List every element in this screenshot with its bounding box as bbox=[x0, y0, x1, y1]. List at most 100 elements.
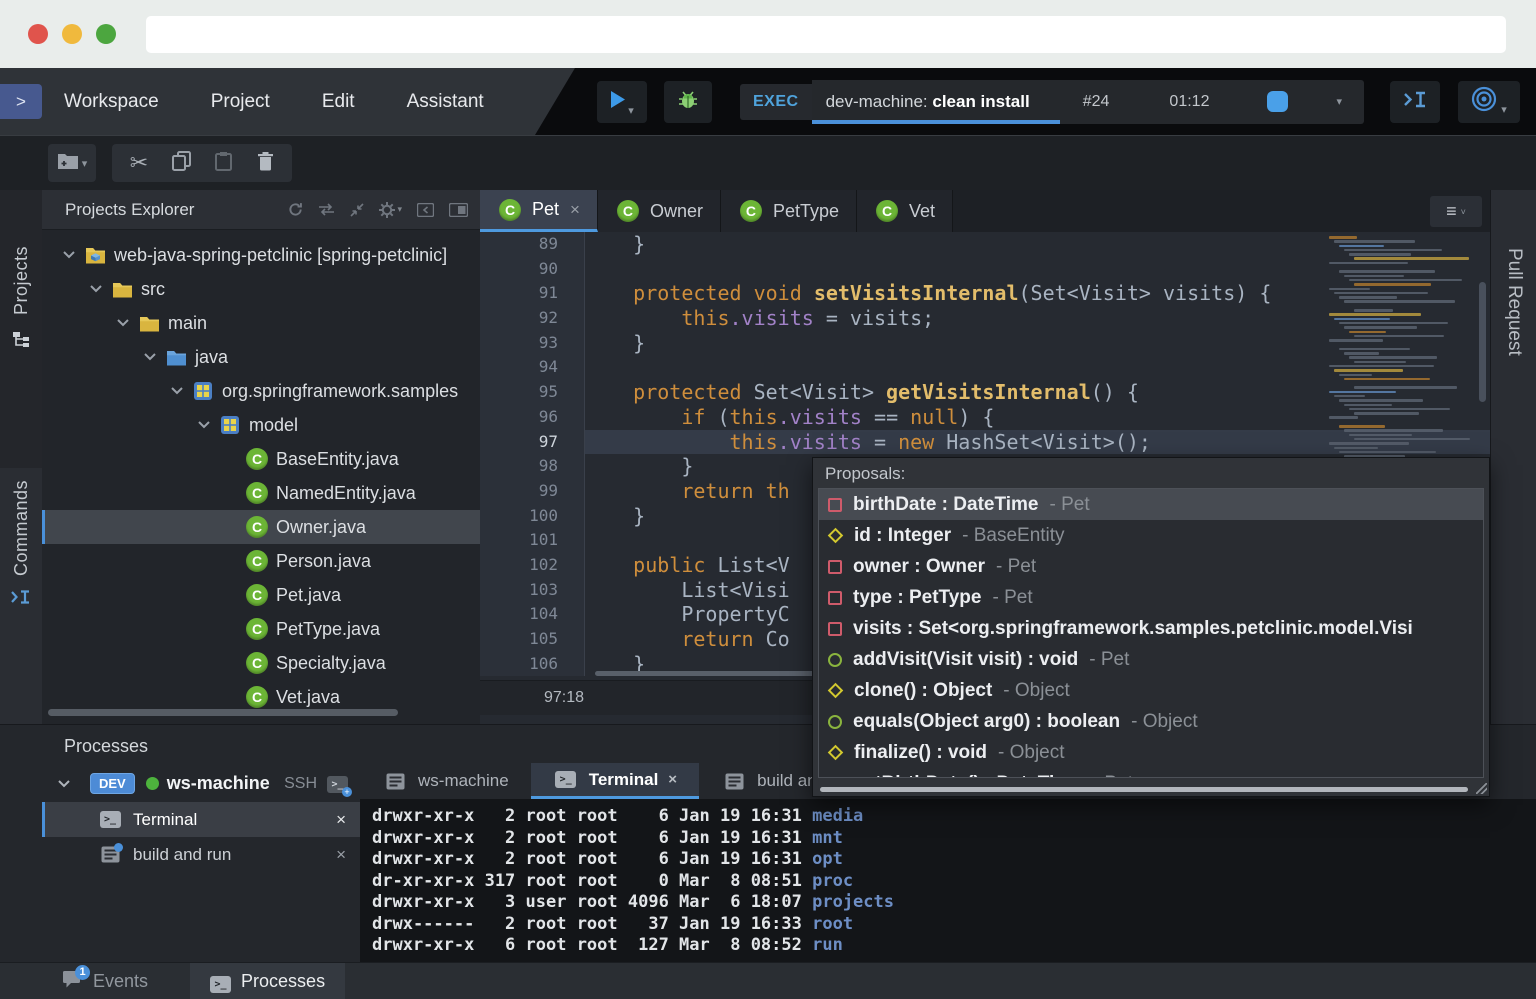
tree-item[interactable]: java bbox=[42, 340, 480, 374]
tree-item[interactable]: CBaseEntity.java bbox=[42, 442, 480, 476]
editor-tab-pettype[interactable]: CPetType bbox=[721, 190, 857, 232]
target-button[interactable]: ▾ bbox=[1458, 81, 1520, 123]
tree-item-label: main bbox=[168, 313, 207, 334]
menu-item-project[interactable]: Project bbox=[211, 91, 270, 113]
editor-tab-list-button[interactable]: ≡ ˅ bbox=[1430, 196, 1482, 227]
tree-item[interactable]: CSpecialty.java bbox=[42, 646, 480, 680]
editor-tab-pet[interactable]: CPet× bbox=[480, 190, 598, 232]
rail-tab-pull-request[interactable]: Pull Request bbox=[1503, 248, 1525, 356]
stop-button[interactable] bbox=[1267, 91, 1288, 112]
tab-menu-caret-icon: ˅ bbox=[1461, 207, 1466, 217]
menu-items: Workspace Project Edit Assistant bbox=[64, 68, 484, 135]
window-zoom-button[interactable] bbox=[96, 24, 116, 44]
process-tab-Terminal[interactable]: >_Terminal× bbox=[531, 763, 699, 799]
proposal-item[interactable]: getBirthDate() : DateTime - Pet bbox=[819, 768, 1483, 778]
rail-tab-commands[interactable]: Commands bbox=[0, 468, 42, 724]
right-panel-rail: Pull Request bbox=[1490, 190, 1536, 724]
tree-item[interactable]: COwner.java bbox=[42, 510, 480, 544]
proposal-item[interactable]: type : PetType - Pet bbox=[819, 582, 1483, 613]
editor-vscrollbar[interactable] bbox=[1479, 282, 1486, 402]
command-status-bar[interactable]: dev-machine: clean install #24 01:12 ▾ bbox=[812, 80, 1364, 124]
tree-item[interactable]: model bbox=[42, 408, 480, 442]
run-button[interactable]: ▾ bbox=[597, 81, 647, 123]
tree-item[interactable]: CPet.java bbox=[42, 578, 480, 612]
proposal-origin: - Object bbox=[1003, 680, 1070, 702]
new-project-button[interactable]: ▾ bbox=[48, 144, 96, 182]
paste-button[interactable] bbox=[202, 144, 244, 182]
window-minimize-button[interactable] bbox=[62, 24, 82, 44]
editor-tab-owner[interactable]: COwner bbox=[598, 190, 721, 232]
proposal-item[interactable]: clone() : Object - Object bbox=[819, 675, 1483, 706]
tree-item[interactable]: org.springframework.samples bbox=[42, 374, 480, 408]
proposal-item[interactable]: addVisit(Visit visit) : void - Pet bbox=[819, 644, 1483, 675]
command-progress-bar bbox=[812, 120, 1060, 124]
proposal-item[interactable]: equals(Object arg0) : boolean - Object bbox=[819, 706, 1483, 737]
dock-left-icon[interactable] bbox=[417, 203, 434, 217]
tree-item[interactable]: main bbox=[42, 306, 480, 340]
terminal-line: drwxr-xr-x 2 root root 6 Jan 19 16:31 mn… bbox=[372, 828, 1536, 850]
explorer-header: Projects Explorer ▾ bbox=[42, 190, 480, 230]
machine-row[interactable]: DEV ws-machine SSH >_+ bbox=[42, 765, 360, 802]
swap-icon[interactable] bbox=[318, 203, 335, 216]
close-icon[interactable]: × bbox=[336, 845, 346, 865]
chevron-down-icon[interactable] bbox=[164, 387, 190, 395]
tree-item[interactable]: CPetType.java bbox=[42, 612, 480, 646]
refresh-icon[interactable] bbox=[288, 202, 303, 217]
bottom-tab-events[interactable]: 1Events bbox=[42, 963, 168, 999]
menu-item-assistant[interactable]: Assistant bbox=[407, 91, 484, 113]
debug-button[interactable] bbox=[664, 81, 712, 123]
gear-icon[interactable]: ▾ bbox=[379, 202, 402, 218]
explorer-title: Projects Explorer bbox=[65, 200, 194, 220]
proposal-origin: - Pet bbox=[1049, 494, 1089, 516]
maximize-icon[interactable] bbox=[449, 203, 468, 217]
process-item-build-and-run[interactable]: build and run× bbox=[42, 837, 360, 872]
bottom-tab-processes[interactable]: >_Processes bbox=[190, 963, 345, 999]
chevron-down-icon[interactable] bbox=[110, 319, 136, 327]
terminal-icon: >_ bbox=[553, 771, 579, 788]
class-icon: C bbox=[244, 516, 270, 538]
editor-tab-vet[interactable]: CVet bbox=[857, 190, 953, 232]
process-item-Terminal[interactable]: >_Terminal× bbox=[42, 802, 360, 837]
delete-button[interactable] bbox=[244, 144, 286, 182]
menu-item-edit[interactable]: Edit bbox=[322, 91, 355, 113]
proposals-hscrollbar[interactable] bbox=[820, 787, 1468, 792]
close-icon[interactable]: × bbox=[336, 810, 346, 830]
collapse-icon[interactable] bbox=[350, 203, 364, 217]
tree-item[interactable]: src bbox=[42, 272, 480, 306]
chevron-down-icon[interactable] bbox=[56, 251, 82, 259]
browser-address-bar[interactable] bbox=[146, 16, 1506, 53]
rail-tab-projects[interactable]: Projects bbox=[0, 190, 42, 468]
proposal-item[interactable]: id : Integer - BaseEntity bbox=[819, 520, 1483, 551]
chevron-down-icon[interactable] bbox=[191, 421, 217, 429]
proposal-item[interactable]: finalize() : void - Object bbox=[819, 737, 1483, 768]
chevron-down-icon[interactable] bbox=[83, 285, 109, 293]
explorer-hscrollbar[interactable] bbox=[48, 709, 398, 716]
proposal-item[interactable]: owner : Owner - Pet bbox=[819, 551, 1483, 582]
tree-item[interactable]: CPerson.java bbox=[42, 544, 480, 578]
proposal-item[interactable]: visits : Set<org.springframework.samples… bbox=[819, 613, 1483, 644]
terminal-output[interactable]: drwxr-xr-x 2 root root 6 Jan 19 16:31 me… bbox=[360, 799, 1536, 963]
tree-item[interactable]: web-java-spring-petclinic [spring-petcli… bbox=[42, 238, 480, 272]
class-icon: C bbox=[246, 482, 268, 504]
terminal-insert-button[interactable] bbox=[1390, 81, 1440, 123]
popup-resize-handle[interactable] bbox=[1476, 783, 1487, 794]
add-terminal-icon[interactable]: >_+ bbox=[327, 774, 348, 793]
class-icon: C bbox=[874, 200, 900, 222]
proposal-item[interactable]: birthDate : DateTime - Pet bbox=[819, 489, 1483, 520]
copy-button[interactable] bbox=[160, 144, 202, 182]
tree-item[interactable]: CNamedEntity.java bbox=[42, 476, 480, 510]
editor-tab-label: Owner bbox=[650, 201, 703, 222]
proposal-origin: - Object bbox=[998, 742, 1065, 764]
explorer-toolbar: ▾ bbox=[288, 202, 468, 218]
command-dropdown-caret[interactable]: ▾ bbox=[1336, 95, 1342, 108]
menu-item-workspace[interactable]: Workspace bbox=[64, 91, 159, 113]
close-icon[interactable]: × bbox=[668, 771, 677, 788]
window-close-button[interactable] bbox=[28, 24, 48, 44]
cut-button[interactable]: ✂ bbox=[118, 144, 160, 182]
close-icon[interactable]: × bbox=[570, 200, 580, 220]
process-tab-ws-machine[interactable]: ws-machine bbox=[360, 763, 531, 799]
nav-toggle-button[interactable]: > bbox=[0, 84, 42, 119]
ssh-label[interactable]: SSH bbox=[284, 775, 317, 793]
project-tree: web-java-spring-petclinic [spring-petcli… bbox=[42, 230, 480, 714]
chevron-down-icon[interactable] bbox=[137, 353, 163, 361]
